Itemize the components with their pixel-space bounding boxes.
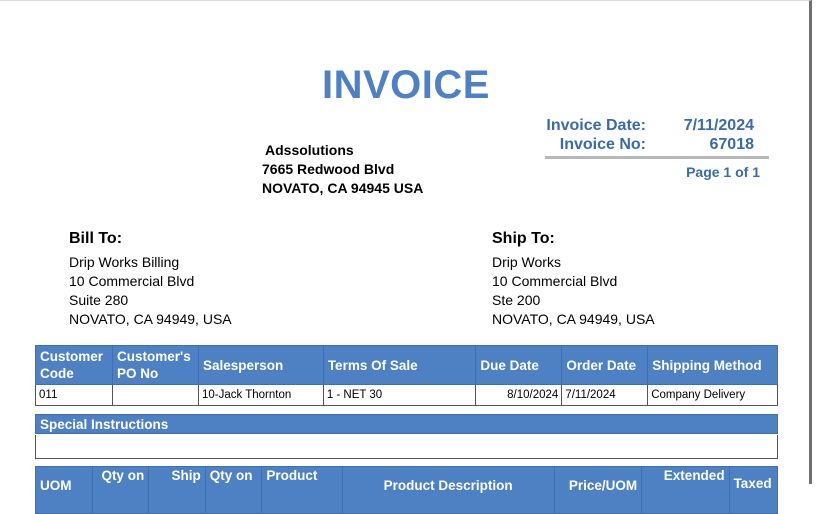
invoice-page: INVOICE Invoice Date: 7/11/2024 Invoice … bbox=[0, 0, 812, 514]
column-header: Ship bbox=[148, 466, 206, 514]
column-header: Qty on bbox=[204, 466, 263, 514]
terms-cell: 1 - NET 30 bbox=[322, 384, 477, 406]
ship-to-header: Ship To: bbox=[492, 230, 555, 247]
ship-to-line: Ste 200 bbox=[492, 292, 541, 308]
company-address: Adssolutions 7665 Redwood Blvd NOVATO, C… bbox=[262, 141, 423, 198]
customer-code-cell: 011 bbox=[35, 384, 113, 406]
column-header: Product Description bbox=[341, 466, 555, 514]
column-header: Order Date bbox=[561, 345, 649, 385]
invoice-date-value: 7/11/2024 bbox=[683, 117, 754, 134]
line-items-table: UOM Qty on Ship Qty on Product Product D… bbox=[35, 466, 779, 514]
column-header: Price/UOM bbox=[553, 466, 643, 514]
column-header: Customer's PO No bbox=[111, 345, 199, 385]
special-instructions: Special Instructions bbox=[35, 414, 778, 459]
order-date-cell: 7/11/2024 bbox=[561, 384, 649, 406]
ship-to-block: Ship To: Drip Works 10 Commercial Blvd S… bbox=[492, 229, 655, 329]
column-header: Shipping Method bbox=[647, 345, 778, 385]
meta-divider bbox=[545, 156, 769, 159]
bill-to-line: NOVATO, CA 94949, USA bbox=[69, 311, 232, 327]
special-instructions-header: Special Instructions bbox=[35, 414, 778, 434]
column-header: UOM bbox=[35, 466, 93, 514]
ship-to-line: 10 Commercial Blvd bbox=[492, 273, 618, 289]
ship-to-line: Drip Works bbox=[492, 254, 561, 270]
invoice-number-row: Invoice No: 67018 bbox=[534, 135, 754, 154]
invoice-title: INVOICE bbox=[322, 63, 490, 107]
invoice-meta: Invoice Date: 7/11/2024 Invoice No: 6701… bbox=[534, 116, 754, 154]
ship-to-line: NOVATO, CA 94949, USA bbox=[492, 311, 655, 327]
column-header: Customer Code bbox=[35, 345, 113, 385]
order-info-header-row: Customer Code Customer's PO No Salespers… bbox=[35, 345, 778, 385]
column-header: Salesperson bbox=[197, 345, 324, 385]
special-instructions-box bbox=[35, 435, 778, 459]
order-info-table: Customer Code Customer's PO No Salespers… bbox=[35, 345, 778, 406]
column-header: Extended bbox=[641, 466, 730, 514]
column-header: Qty on bbox=[91, 466, 150, 514]
column-header: Due Date bbox=[475, 345, 563, 385]
invoice-number-label: Invoice No: bbox=[559, 136, 646, 153]
shipping-method-cell: Company Delivery bbox=[647, 384, 778, 406]
company-address-line1: 7665 Redwood Blvd bbox=[262, 161, 395, 177]
column-header: Product bbox=[261, 466, 343, 514]
invoice-number-value: 67018 bbox=[709, 136, 755, 153]
company-name: Adssolutions bbox=[265, 142, 354, 158]
salesperson-cell: 10-Jack Thornton bbox=[197, 384, 324, 406]
bill-to-line: Drip Works Billing bbox=[69, 254, 180, 270]
invoice-date-label: Invoice Date: bbox=[546, 117, 646, 134]
invoice-date-row: Invoice Date: 7/11/2024 bbox=[534, 116, 754, 135]
due-date-cell: 8/10/2024 bbox=[475, 384, 563, 406]
bill-to-block: Bill To: Drip Works Billing 10 Commercia… bbox=[69, 229, 232, 329]
column-header: Terms Of Sale bbox=[322, 345, 477, 385]
column-header: Taxed bbox=[728, 466, 779, 514]
customer-po-cell bbox=[111, 384, 199, 406]
table-row: 011 10-Jack Thornton 1 - NET 30 8/10/202… bbox=[35, 384, 778, 406]
bill-to-line: Suite 280 bbox=[69, 292, 129, 308]
page-indicator: Page 1 of 1 bbox=[686, 164, 760, 180]
watermark-text bbox=[118, 156, 126, 188]
company-address-line2: NOVATO, CA 94945 USA bbox=[262, 180, 424, 196]
bill-to-line: 10 Commercial Blvd bbox=[69, 273, 195, 289]
line-items-header-row: UOM Qty on Ship Qty on Product Product D… bbox=[35, 466, 779, 514]
bill-to-header: Bill To: bbox=[69, 230, 123, 247]
